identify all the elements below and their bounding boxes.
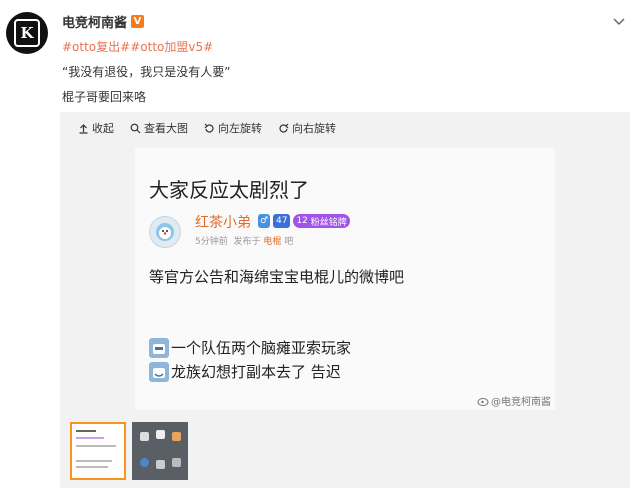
image-toolbar: 收起 查看大图 向左旋转 向右旋转 bbox=[78, 120, 336, 136]
fan-badge-level: 12 bbox=[296, 216, 308, 226]
comment-text: 一个队伍两个脑瘫亚索玩家 bbox=[171, 339, 352, 357]
posted-in-label: 发布于 bbox=[233, 237, 261, 247]
thumb-line bbox=[76, 430, 96, 432]
author-name[interactable]: 电竞柯南酱 bbox=[62, 12, 127, 31]
board-name: 电棍 bbox=[263, 237, 282, 247]
verified-badge-icon: V bbox=[131, 15, 145, 28]
male-gender-icon: ♂ bbox=[258, 214, 270, 228]
thumb-app-icon bbox=[140, 458, 149, 467]
rotate-left-label: 向左旋转 bbox=[218, 122, 262, 135]
commenter-avatar-icon bbox=[149, 361, 169, 382]
magnifier-icon bbox=[130, 123, 141, 133]
screenshot-title: 大家反应太剧烈了 bbox=[149, 178, 309, 202]
board-suffix: 吧 bbox=[284, 237, 294, 247]
collapse-icon bbox=[79, 123, 88, 134]
thumb-app-icon bbox=[172, 432, 181, 441]
view-large-label: 查看大图 bbox=[144, 122, 188, 135]
embedded-screenshot[interactable]: 大家反应太剧烈了 红茶小弟 ♂ 47 12 粉丝铭牌 5分钟前 发布于 电棍 吧… bbox=[135, 148, 555, 410]
avatar-logo-icon: K bbox=[14, 19, 40, 47]
author-avatar[interactable]: K bbox=[6, 12, 48, 54]
hashtag-link[interactable]: #otto加盟v5# bbox=[130, 40, 213, 54]
author-row: 电竞柯南酱 V bbox=[62, 12, 145, 31]
rotate-right-button[interactable]: 向右旋转 bbox=[278, 120, 336, 136]
thumb-app-icon bbox=[140, 432, 149, 441]
cartoon-avatar-icon bbox=[156, 223, 174, 241]
watermark-text: @电竞柯南酱 bbox=[491, 397, 551, 408]
media-panel: 收起 查看大图 向左旋转 向右旋转 大家反应太剧烈了 红茶小弟 ♂ 47 12 … bbox=[60, 112, 630, 488]
weibo-logo-icon bbox=[477, 397, 489, 406]
commenter-avatar-icon bbox=[149, 337, 169, 358]
view-large-button[interactable]: 查看大图 bbox=[130, 120, 188, 136]
post-text-line: “我没有退役，我只是没有人要” bbox=[62, 65, 231, 79]
screenshot-body: 等官方公告和海绵宝宝电棍儿的微博吧 bbox=[149, 268, 405, 286]
watermark: @电竞柯南酱 bbox=[477, 393, 551, 408]
rotate-right-label: 向右旋转 bbox=[292, 122, 336, 135]
thumb-line bbox=[76, 437, 104, 439]
rotate-left-icon bbox=[204, 123, 214, 133]
poster-avatar bbox=[149, 216, 181, 248]
comment-text: 龙族幻想打副本去了 告迟 bbox=[171, 363, 341, 381]
post-meta: 5分钟前 发布于 电棍 吧 bbox=[195, 234, 293, 247]
chevron-down-icon[interactable] bbox=[612, 14, 626, 28]
thumb-line bbox=[76, 460, 112, 462]
thumb-line bbox=[76, 445, 116, 447]
fan-badge-text: 粉丝铭牌 bbox=[310, 217, 347, 228]
hashtags: #otto复出##otto加盟v5# bbox=[62, 38, 213, 55]
thumbnail[interactable] bbox=[132, 422, 188, 480]
collapse-label: 收起 bbox=[92, 122, 114, 135]
collapse-button[interactable]: 收起 bbox=[78, 120, 114, 136]
thumb-line bbox=[76, 466, 108, 468]
post-text-line: 棍子哥要回来咯 bbox=[62, 90, 147, 104]
rotate-left-button[interactable]: 向左旋转 bbox=[204, 120, 262, 136]
thumbnail-selected[interactable] bbox=[70, 422, 126, 480]
poster-name: 红茶小弟 bbox=[195, 215, 251, 231]
comment-line: 一个队伍两个脑瘫亚索玩家 bbox=[149, 337, 351, 358]
rotate-right-icon bbox=[279, 123, 289, 133]
level-badge: 47 bbox=[273, 214, 291, 228]
hashtag-link[interactable]: #otto复出# bbox=[62, 40, 130, 54]
post-time: 5分钟前 bbox=[195, 237, 228, 247]
fan-badge: 12 粉丝铭牌 bbox=[293, 214, 350, 228]
comment-line: 龙族幻想打副本去了 告迟 bbox=[149, 361, 341, 382]
poster-badges: ♂ 47 12 粉丝铭牌 bbox=[258, 214, 350, 228]
thumb-app-icon bbox=[156, 460, 165, 469]
thumb-app-icon bbox=[172, 458, 181, 467]
thumb-app-icon bbox=[156, 430, 165, 439]
